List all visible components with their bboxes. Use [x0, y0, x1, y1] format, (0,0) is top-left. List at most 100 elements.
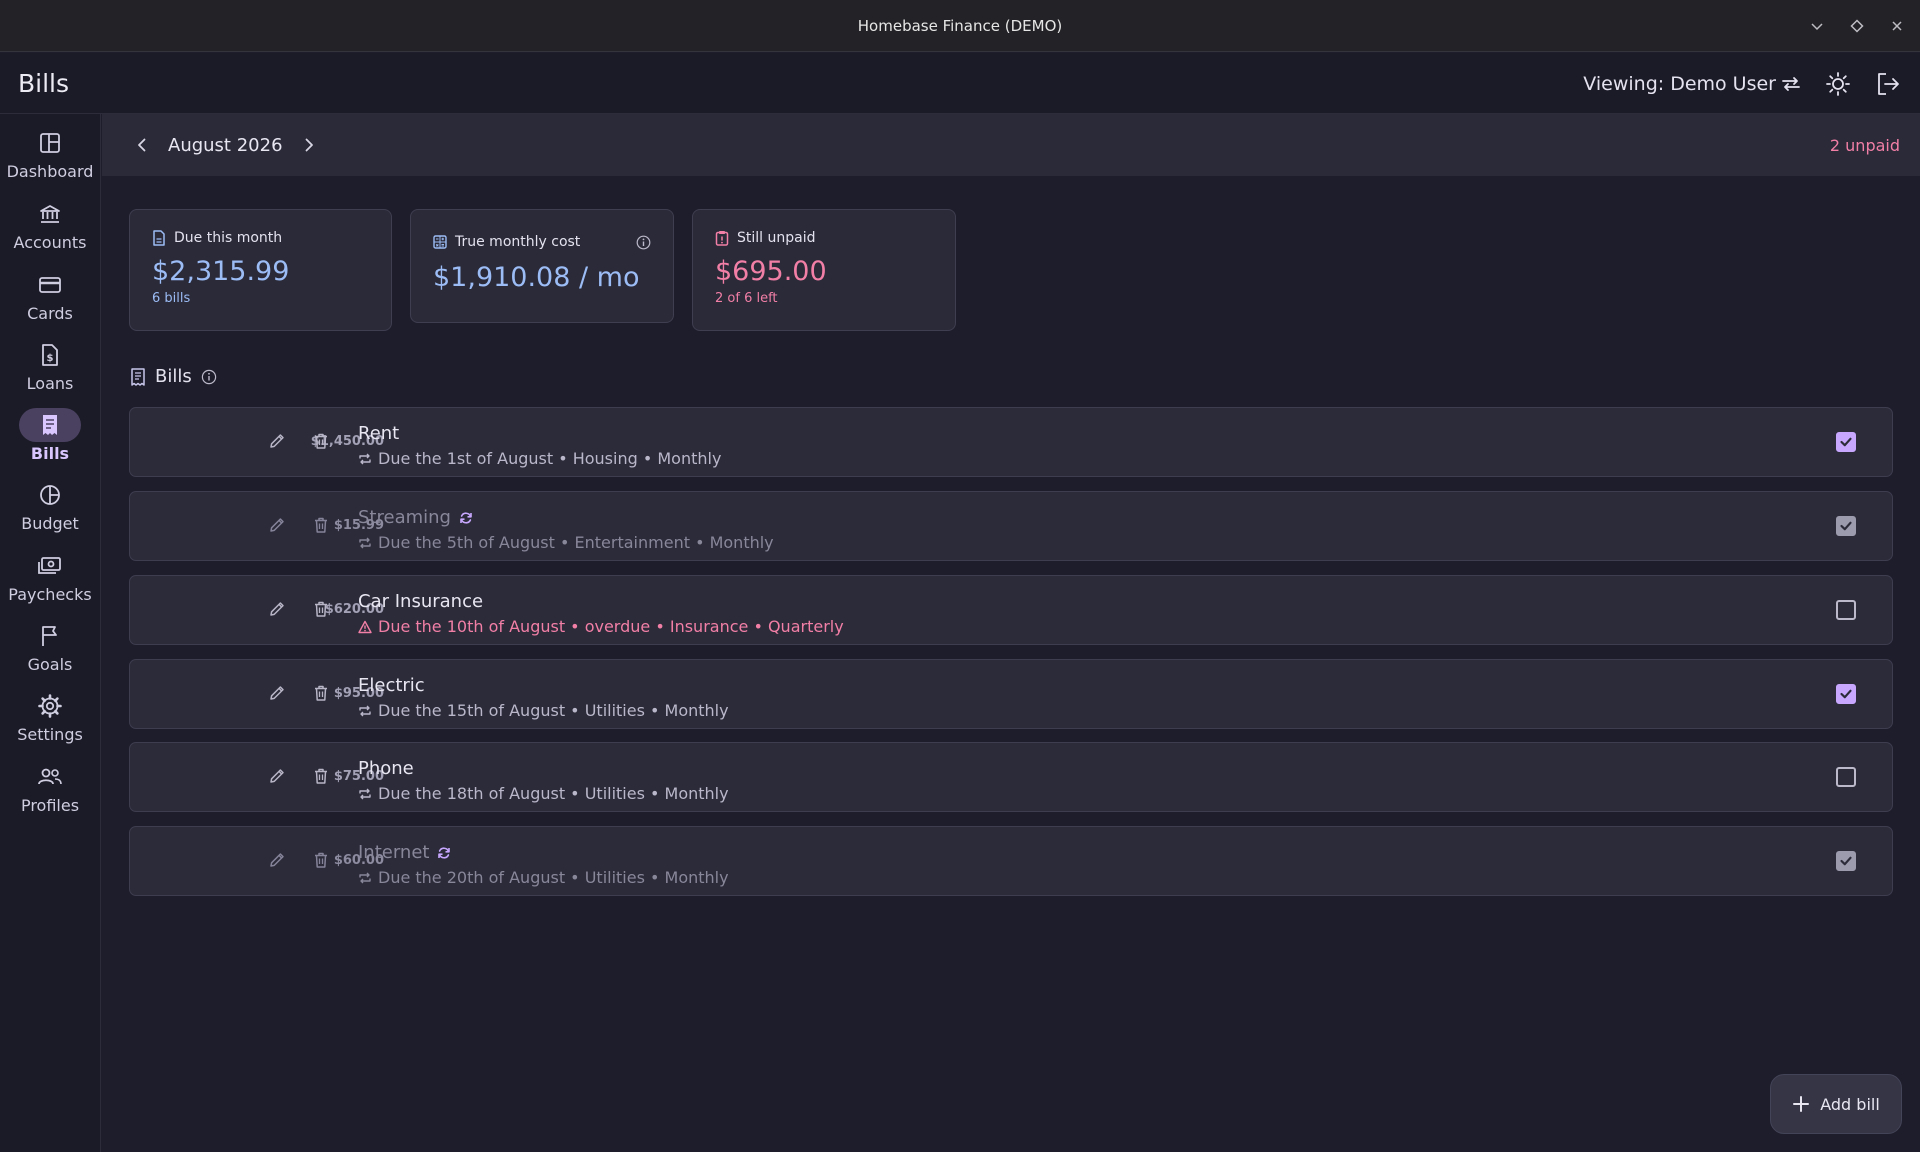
- repeat-icon: [358, 787, 372, 801]
- autopay-sync-icon: [459, 511, 473, 525]
- info-icon[interactable]: [636, 235, 651, 250]
- stat-label: Due this month: [174, 230, 283, 246]
- paid-checkbox[interactable]: [1836, 516, 1856, 536]
- repeat-icon: [358, 871, 372, 885]
- document-icon: [152, 230, 166, 246]
- trash-icon[interactable]: [312, 432, 330, 450]
- viewing-label: Viewing: Demo User: [1583, 72, 1776, 95]
- gear-icon: [19, 689, 81, 723]
- bill-name: Phone: [358, 758, 414, 779]
- stat-value: $695.00: [715, 256, 827, 287]
- sidebar-item-label: Paychecks: [8, 585, 92, 604]
- pencil-icon[interactable]: [268, 600, 286, 618]
- repeat-icon: [358, 536, 372, 550]
- trash-icon[interactable]: [312, 600, 330, 618]
- repeat-icon: [358, 704, 372, 718]
- pencil-icon[interactable]: [268, 516, 286, 534]
- sidebar-item-loans[interactable]: $ Loans: [0, 338, 100, 404]
- clipboard-alert-icon: [715, 230, 729, 246]
- close-icon[interactable]: [1888, 17, 1906, 35]
- stat-card-true-cost: True monthly cost $1,910.08 / mo: [410, 209, 674, 323]
- trash-icon[interactable]: [312, 851, 330, 869]
- sidebar-item-paychecks[interactable]: Paychecks: [0, 549, 100, 615]
- bill-details: Due the 18th of August • Utilities • Mon…: [378, 784, 729, 803]
- window-controls: [1808, 0, 1906, 52]
- trash-icon[interactable]: [312, 767, 330, 785]
- sidebar-item-cards[interactable]: Cards: [0, 268, 100, 334]
- info-icon[interactable]: [201, 369, 217, 385]
- stat-sub: 2 of 6 left: [715, 291, 778, 306]
- paid-checkbox[interactable]: [1836, 432, 1856, 452]
- bill-details: Due the 15th of August • Utilities • Mon…: [378, 701, 729, 720]
- sidebar-item-label: Settings: [17, 725, 83, 744]
- trash-icon[interactable]: [312, 684, 330, 702]
- paid-checkbox[interactable]: [1836, 851, 1856, 871]
- receipt-icon: [19, 408, 81, 442]
- dollar-document-icon: $: [19, 338, 81, 372]
- pencil-icon[interactable]: [268, 684, 286, 702]
- pencil-icon[interactable]: [268, 767, 286, 785]
- cash-icon: [19, 549, 81, 583]
- bill-details: Due the 1st of August • Housing • Monthl…: [378, 449, 722, 468]
- stat-card-unpaid: Still unpaid $695.00 2 of 6 left: [692, 209, 956, 331]
- section-title: Bills: [155, 366, 192, 387]
- add-bill-label: Add bill: [1820, 1094, 1880, 1114]
- add-bill-button[interactable]: Add bill: [1770, 1074, 1902, 1134]
- sidebar-item-label: Accounts: [13, 233, 87, 252]
- sidebar-item-goals[interactable]: Goals: [0, 619, 100, 685]
- credit-card-icon: [19, 268, 81, 302]
- switch-profile-button[interactable]: Viewing: Demo User: [1583, 73, 1802, 95]
- bill-row[interactable]: $620.00 Car Insurance Due the 10th of Au…: [129, 575, 1893, 645]
- page-title: Bills: [18, 68, 70, 98]
- pie-chart-icon: [19, 478, 81, 512]
- bill-row[interactable]: $75.00 Phone Due the 18th of August • Ut…: [129, 742, 1893, 812]
- pencil-icon[interactable]: [268, 851, 286, 869]
- chevron-right-icon[interactable]: [297, 133, 321, 157]
- sidebar-item-profiles[interactable]: Profiles: [0, 760, 100, 826]
- bill-row[interactable]: $95.00 Electric Due the 15th of August •…: [129, 659, 1893, 729]
- people-icon: [19, 760, 81, 794]
- stat-sub: 6 bills: [152, 291, 191, 306]
- svg-text:$: $: [47, 353, 54, 364]
- theme-toggle-icon[interactable]: [1824, 70, 1852, 98]
- chevron-left-icon[interactable]: [130, 133, 154, 157]
- paid-checkbox[interactable]: [1836, 767, 1856, 787]
- bill-row[interactable]: $1,450.00 Rent Due the 1st of August • H…: [129, 407, 1893, 477]
- sidebar-item-settings[interactable]: Settings: [0, 689, 100, 755]
- dashboard-icon: [19, 126, 81, 160]
- warning-icon: [358, 620, 372, 634]
- paid-checkbox[interactable]: [1836, 684, 1856, 704]
- maximize-icon[interactable]: [1848, 17, 1866, 35]
- bill-row[interactable]: $60.00 Internet Due the 20th of August •…: [129, 826, 1893, 896]
- bills-section-header: Bills: [130, 366, 217, 387]
- current-month: August 2026: [168, 134, 283, 156]
- window-titlebar: Homebase Finance (DEMO): [0, 0, 1920, 52]
- stat-value: $1,910.08 / mo: [433, 262, 640, 293]
- bill-name: Rent: [358, 423, 400, 444]
- window-title: Homebase Finance (DEMO): [857, 16, 1063, 35]
- sidebar-item-accounts[interactable]: Accounts: [0, 197, 100, 263]
- sidebar-item-label: Bills: [30, 444, 70, 463]
- trash-icon[interactable]: [312, 516, 330, 534]
- bill-name: Internet: [358, 842, 430, 863]
- sidebar-item-label: Goals: [27, 655, 73, 674]
- stat-value: $2,315.99: [152, 256, 290, 287]
- minimize-icon[interactable]: [1808, 17, 1826, 35]
- bill-name: Car Insurance: [358, 591, 484, 612]
- sidebar-item-dashboard[interactable]: Dashboard: [0, 126, 100, 192]
- logout-icon[interactable]: [1874, 70, 1902, 98]
- bill-row[interactable]: $15.99 Streaming Due the 5th of August •…: [129, 491, 1893, 561]
- sidebar: Dashboard Accounts Cards $ Loans Bills B…: [0, 114, 101, 1152]
- plus-icon: [1792, 1095, 1810, 1113]
- sidebar-item-label: Budget: [21, 514, 79, 533]
- bill-name: Streaming: [358, 507, 451, 528]
- unpaid-count: 2 unpaid: [1829, 135, 1900, 155]
- app-header: Bills Viewing: Demo User: [0, 53, 1920, 114]
- sidebar-item-bills[interactable]: Bills: [0, 408, 100, 474]
- pencil-icon[interactable]: [268, 432, 286, 450]
- stat-card-due: Due this month $2,315.99 6 bills: [129, 209, 392, 331]
- sidebar-item-budget[interactable]: Budget: [0, 478, 100, 544]
- bill-name: Electric: [358, 675, 425, 696]
- paid-checkbox[interactable]: [1836, 600, 1856, 620]
- bank-icon: [19, 197, 81, 231]
